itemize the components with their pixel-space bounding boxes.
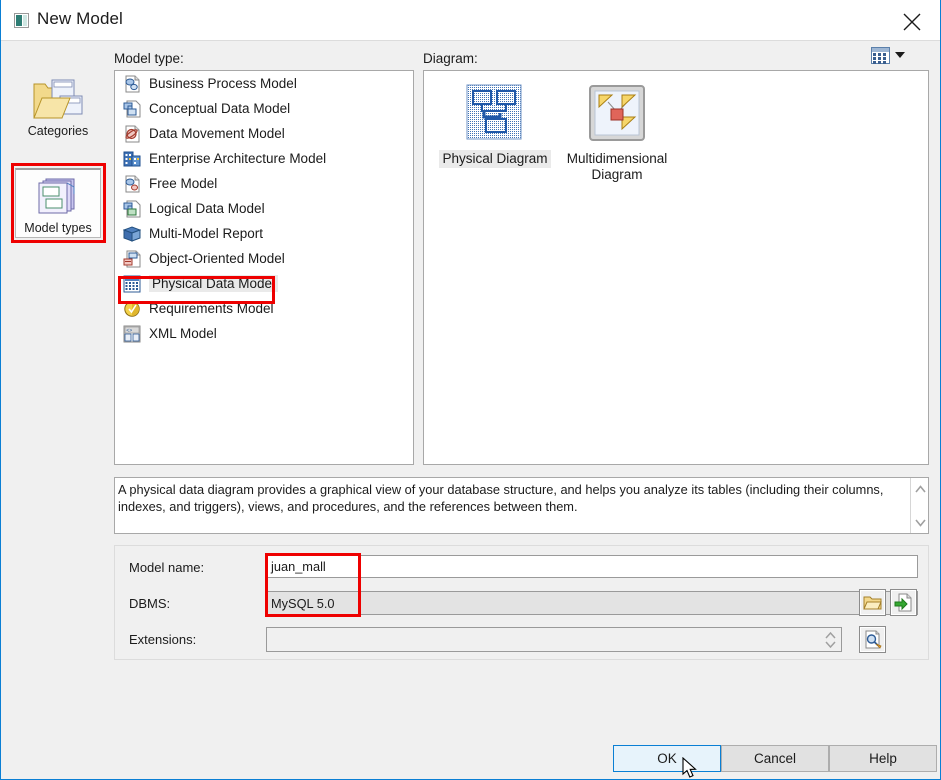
new-model-dialog: New Model Categories Model types Model t… [0,0,941,780]
spinner-updown-icon[interactable] [824,631,837,649]
diagram-tile-physical[interactable]: Physical Diagram [434,83,556,168]
model-type-label: Model type: [114,51,184,66]
data-movement-model-icon [123,125,141,143]
grid-view-icon[interactable] [871,46,911,66]
model-type-row[interactable]: Enterprise Architecture Model [115,146,413,171]
diagram-label: Diagram: [423,51,478,66]
model-type-label: Object-Oriented Model [149,251,285,266]
multi-model-report-icon [122,225,142,243]
description-box: A physical data diagram provides a graph… [114,477,929,534]
xml-model-icon: <> [123,325,141,343]
free-model-icon [123,175,141,193]
chevron-up-icon[interactable] [911,480,929,497]
diagram-list[interactable]: Physical Diagram Multidimensional Diagra… [423,70,929,465]
model-type-label: Free Model [149,176,218,191]
diagram-tile-label: Multidimensional Diagram [566,151,668,182]
model-type-label: Logical Data Model [149,201,265,216]
model-type-row[interactable]: Object-Oriented Model [115,246,413,271]
description-scrollbar[interactable] [910,478,928,533]
dbms-label: DBMS: [129,596,171,611]
object-oriented-model-icon [123,250,141,268]
model-type-row[interactable]: <> XML Model [115,321,413,346]
dbms-select[interactable]: MySQL 5.0 [266,591,918,615]
model-type-row[interactable]: Multi-Model Report [115,221,413,246]
model-settings-group: Model name: juan_mall DBMS: MySQL 5.0 Ex… [114,545,929,660]
physical-diagram-icon [464,83,526,145]
window-title: New Model [37,9,123,28]
model-name-input[interactable]: juan_mall [266,555,918,578]
model-type-label: Business Process Model [149,76,297,91]
chevron-down-icon [895,52,905,58]
ok-button[interactable]: OK [613,745,721,772]
model-type-label: Physical Data Model [149,275,279,292]
dbms-import-button[interactable] [890,589,917,616]
diagram-tile-multidimensional[interactable]: Multidimensional Diagram [556,83,678,184]
logical-data-model-icon [123,200,141,218]
model-type-row[interactable]: Requirements Model [115,296,413,321]
extensions-preview-button[interactable] [859,626,886,653]
business-process-model-icon [123,75,141,93]
conceptual-data-model-icon [123,100,141,118]
model-type-label: Data Movement Model [149,126,285,141]
model-type-row[interactable]: Free Model [115,171,413,196]
model-type-list[interactable]: Business Process Model Conceptual Data Mo… [114,70,414,465]
close-icon[interactable] [890,4,934,36]
sidebar-item-label: Model types [24,221,92,235]
model-type-label: Enterprise Architecture Model [149,151,327,166]
model-type-label: Requirements Model [149,301,274,316]
title-bar: New Model [1,0,940,41]
model-type-row[interactable]: Conceptual Data Model [115,96,413,121]
model-type-label: Conceptual Data Model [149,101,291,116]
model-type-row[interactable]: Business Process Model [115,71,413,96]
model-type-row[interactable]: Logical Data Model [115,196,413,221]
cancel-button[interactable]: Cancel [721,745,829,772]
sidebar-item-model-types[interactable]: Model types [15,168,101,238]
extensions-input[interactable] [266,627,842,652]
model-type-row[interactable]: Data Movement Model [115,121,413,146]
help-button[interactable]: Help [829,745,937,772]
multidimensional-diagram-icon [586,83,648,145]
model-type-row[interactable]: Physical Data Model [115,271,413,296]
svg-text:<>: <> [126,328,132,334]
requirements-model-icon [123,300,141,318]
extensions-label: Extensions: [129,632,197,647]
dbms-browse-button[interactable] [859,589,886,616]
model-type-label: XML Model [149,326,217,341]
diagram-tile-label: Physical Diagram [439,150,551,168]
physical-data-model-icon [123,275,141,293]
description-text: A physical data diagram provides a graph… [118,482,884,514]
sidebar-item-label: Categories [27,124,89,138]
app-icon [14,13,29,28]
sidebar-item-categories[interactable]: Categories [15,70,101,140]
model-name-label: Model name: [129,560,205,575]
model-type-label: Multi-Model Report [149,226,264,241]
model-types-stack-icon [34,176,82,225]
categories-folder-icon [32,76,84,127]
chevron-down-icon[interactable] [911,514,929,531]
dbms-value: MySQL 5.0 [271,596,335,611]
enterprise-architecture-model-icon [123,150,141,168]
